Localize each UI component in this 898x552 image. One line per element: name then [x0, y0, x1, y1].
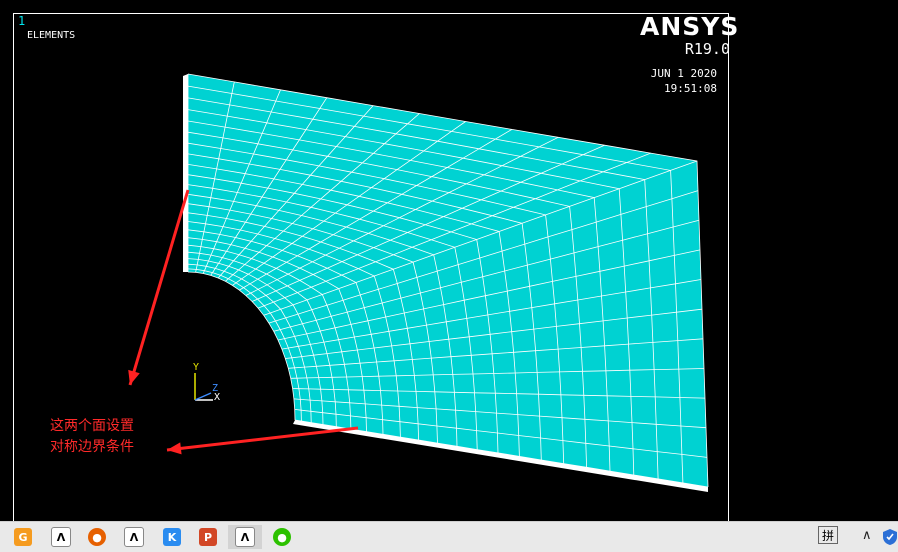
taskbar-button[interactable]: Λ [44, 525, 78, 549]
taskbar-button[interactable]: ● [265, 525, 299, 549]
wechat-icon: ● [273, 528, 291, 546]
arrow-left-face [128, 189, 190, 386]
ime-indicator[interactable]: 拼 [818, 526, 838, 544]
taskbar-button[interactable]: ● [80, 525, 114, 549]
firefox-icon: ● [88, 528, 106, 546]
app-g-icon: G [14, 528, 32, 546]
annotation-text-line1: 这两个面设置 [50, 418, 134, 434]
ansys-icon: Λ [51, 527, 71, 547]
mesh-fill [183, 74, 708, 492]
triad-x-label: X [214, 392, 221, 403]
ansys-icon: Λ [235, 527, 255, 547]
windows-taskbar: G Λ ● Λ K P Λ ● 拼 ∧ [0, 521, 898, 552]
taskbar-button[interactable]: Λ [117, 525, 151, 549]
app-k-icon: K [163, 528, 181, 546]
taskbar-button[interactable]: G [6, 525, 40, 549]
taskbar-button[interactable]: P [191, 525, 225, 549]
mesh-region [188, 74, 708, 487]
taskbar-button[interactable]: K [155, 525, 189, 549]
triad-y-label: Y [193, 362, 200, 373]
plate-left-face [183, 74, 188, 272]
ansys-graphics-window[interactable]: 1 ELEMENTS ANSYS R19.0 JUN 1 2020 19:51:… [0, 0, 898, 521]
arrow-bottom-face [166, 426, 359, 455]
taskbar-button[interactable]: Λ [228, 525, 262, 549]
tray-expand-icon[interactable]: ∧ [862, 528, 872, 543]
annotation-text-line2: 对称边界条件 [50, 439, 134, 455]
ansys-icon: Λ [124, 527, 144, 547]
element-mesh-plot [128, 73, 709, 492]
powerpoint-icon: P [199, 528, 217, 546]
shield-icon[interactable] [882, 528, 898, 546]
